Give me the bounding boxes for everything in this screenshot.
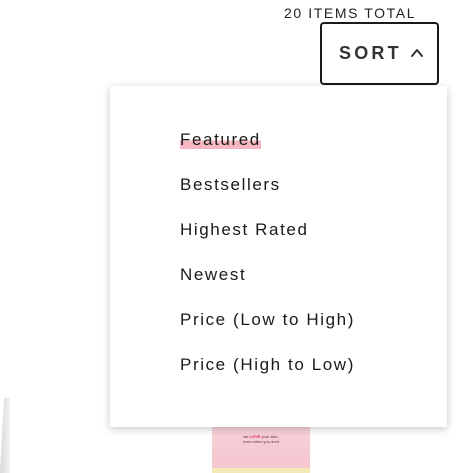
sort-option-label: Price (High to Low): [180, 355, 355, 374]
product-image-edge: [0, 398, 10, 473]
sort-option-price-low-high[interactable]: Price (Low to High): [180, 310, 355, 330]
sort-option-label: Newest: [180, 265, 247, 284]
sort-option-bestsellers[interactable]: Bestsellers: [180, 175, 281, 195]
product-listing-page: 20 ITEMS TOTAL SORT we LOVE your skin, e…: [0, 0, 471, 473]
sort-option-price-high-low[interactable]: Price (High to Low): [180, 355, 355, 375]
product-band: [212, 468, 310, 473]
sort-button-label: SORT: [339, 43, 402, 63]
items-total-count: 20 ITEMS TOTAL: [284, 5, 417, 21]
sort-option-label: Highest Rated: [180, 220, 309, 239]
product-tagline-2: even when you dont: [243, 439, 279, 444]
sort-option-newest[interactable]: Newest: [180, 265, 246, 285]
product-label: we LOVE your skin, even when you dont: [212, 434, 310, 444]
sort-option-label: Price (Low to High): [180, 310, 355, 329]
sort-button[interactable]: SORT: [320, 22, 439, 85]
sort-option-featured[interactable]: Featured: [180, 130, 261, 150]
sort-dropdown-menu: Featured Bestsellers Highest Rated Newes…: [110, 86, 447, 427]
sort-option-label: Bestsellers: [180, 175, 281, 194]
chevron-up-icon: [411, 49, 423, 57]
sort-option-highest-rated[interactable]: Highest Rated: [180, 220, 309, 240]
sort-option-label: Featured: [180, 130, 261, 149]
